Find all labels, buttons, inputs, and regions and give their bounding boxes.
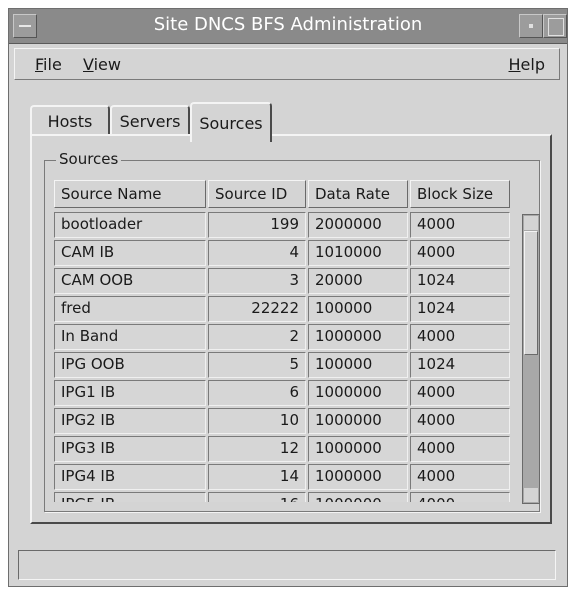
cell-source-name[interactable]: bootloader: [54, 212, 206, 238]
menu-bar: File View Help: [14, 48, 560, 80]
table-scrollbar[interactable]: [522, 214, 540, 504]
cell-source-name[interactable]: IPG4 IB: [54, 464, 206, 490]
cell-source-name[interactable]: CAM IB: [54, 240, 206, 266]
cell-block-size[interactable]: 4000: [410, 408, 510, 434]
tab-hosts[interactable]: Hosts: [30, 105, 110, 135]
cell-block-size[interactable]: 4000: [410, 324, 510, 350]
window-title: Site DNCS BFS Administration: [153, 14, 423, 35]
cell-source-name[interactable]: IPG5 IB: [54, 492, 206, 502]
column-header-block-size[interactable]: Block Size: [410, 180, 510, 208]
cell-data-rate[interactable]: 100000: [308, 296, 408, 322]
cell-source-id[interactable]: 10: [208, 408, 306, 434]
cell-source-id[interactable]: 199: [208, 212, 306, 238]
menu-help[interactable]: Help: [509, 55, 545, 74]
cell-source-id[interactable]: 12: [208, 436, 306, 462]
cell-source-id[interactable]: 4: [208, 240, 306, 266]
cell-data-rate[interactable]: 2000000: [308, 212, 408, 238]
cell-source-id[interactable]: 22222: [208, 296, 306, 322]
cell-data-rate[interactable]: 1000000: [308, 464, 408, 490]
cell-data-rate[interactable]: 1000000: [308, 408, 408, 434]
cell-source-id[interactable]: 2: [208, 324, 306, 350]
cell-source-name[interactable]: In Band: [54, 324, 206, 350]
cell-block-size[interactable]: 4000: [410, 240, 510, 266]
sources-table: bootloader 199 2000000 4000 CAM IB 4 101…: [54, 212, 514, 502]
tab-servers[interactable]: Servers: [110, 105, 190, 135]
cell-block-size[interactable]: 1024: [410, 268, 510, 294]
cell-source-id[interactable]: 16: [208, 492, 306, 502]
column-header-source-name[interactable]: Source Name: [54, 180, 206, 208]
menu-view[interactable]: View: [83, 55, 121, 74]
cell-data-rate[interactable]: 1000000: [308, 492, 408, 502]
status-bar: [18, 550, 556, 580]
sources-group-label: Sources: [56, 150, 122, 168]
cell-block-size[interactable]: 4000: [410, 380, 510, 406]
column-header-source-id[interactable]: Source ID: [208, 180, 306, 208]
cell-block-size[interactable]: 4000: [410, 436, 510, 462]
cell-source-name[interactable]: IPG1 IB: [54, 380, 206, 406]
arrow-down-icon[interactable]: [524, 488, 538, 502]
cell-block-size[interactable]: 1024: [410, 352, 510, 378]
cell-source-name[interactable]: IPG OOB: [54, 352, 206, 378]
cell-source-name[interactable]: fred: [54, 296, 206, 322]
cell-source-name[interactable]: IPG2 IB: [54, 408, 206, 434]
cell-block-size[interactable]: 4000: [410, 464, 510, 490]
cell-data-rate[interactable]: 1010000: [308, 240, 408, 266]
maximize-icon[interactable]: [543, 14, 567, 38]
minimize-icon[interactable]: [519, 14, 543, 38]
scrollbar-thumb[interactable]: [524, 231, 538, 355]
cell-source-name[interactable]: CAM OOB: [54, 268, 206, 294]
cell-source-id[interactable]: 6: [208, 380, 306, 406]
cell-data-rate[interactable]: 100000: [308, 352, 408, 378]
cell-block-size[interactable]: 4000: [410, 492, 510, 502]
cell-data-rate[interactable]: 20000: [308, 268, 408, 294]
cell-data-rate[interactable]: 1000000: [308, 436, 408, 462]
menu-file[interactable]: File: [35, 55, 62, 74]
cell-data-rate[interactable]: 1000000: [308, 380, 408, 406]
title-bar[interactable]: Site DNCS BFS Administration: [9, 9, 567, 44]
cell-source-id[interactable]: 14: [208, 464, 306, 490]
cell-source-id[interactable]: 3: [208, 268, 306, 294]
cell-block-size[interactable]: 1024: [410, 296, 510, 322]
cell-source-id[interactable]: 5: [208, 352, 306, 378]
cell-block-size[interactable]: 4000: [410, 212, 510, 238]
tab-sources[interactable]: Sources: [190, 102, 272, 142]
cell-source-name[interactable]: IPG3 IB: [54, 436, 206, 462]
cell-data-rate[interactable]: 1000000: [308, 324, 408, 350]
column-header-data-rate[interactable]: Data Rate: [308, 180, 408, 208]
arrow-up-icon[interactable]: [524, 216, 538, 230]
